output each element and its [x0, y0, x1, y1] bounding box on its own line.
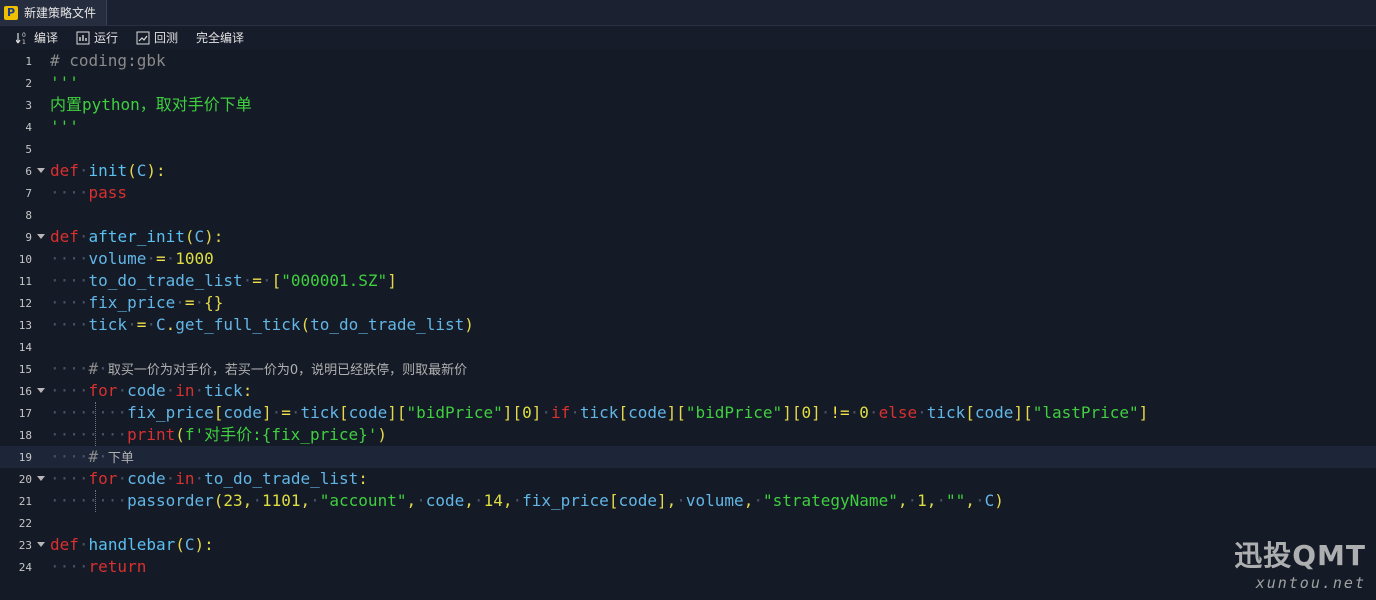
tab-bar: P 新建策略文件 — [0, 0, 1376, 26]
code-line: 7 ····pass — [0, 182, 1376, 204]
code-line: 18 ········print(f'对手价:{fix_price}') — [0, 424, 1376, 446]
backtest-icon — [136, 31, 150, 44]
comment: # coding:gbk — [50, 51, 166, 70]
code-line: 9 def·after_init(C): — [0, 226, 1376, 248]
code-line: 10 ····volume·=·1000 — [0, 248, 1376, 270]
code-line: 1 # coding:gbk — [0, 50, 1376, 72]
line-number: 24 — [18, 561, 32, 574]
svg-text:0: 0 — [22, 32, 26, 39]
line-number: 8 — [25, 209, 32, 222]
code-line: 11 ····to_do_trade_list·=·["000001.SZ"] — [0, 270, 1376, 292]
line-number: 3 — [25, 99, 32, 112]
tab-label: 新建策略文件 — [24, 6, 97, 20]
code-line: 12 ····fix_price·=·{} — [0, 292, 1376, 314]
fold-toggle-icon[interactable] — [37, 168, 45, 173]
fold-toggle-icon[interactable] — [37, 234, 45, 239]
run-button[interactable]: 运行 — [76, 29, 118, 46]
line-number: 13 — [18, 319, 32, 332]
line-number: 16 — [18, 385, 32, 398]
code-line: 15 ····#·取买一价为对手价，若买一价为0，说明已经跌停，则取最新价 — [0, 358, 1376, 380]
full-compile-button[interactable]: 完全编译 — [196, 29, 244, 46]
backtest-button[interactable]: 回测 — [136, 29, 178, 46]
code-line: 22 — [0, 512, 1376, 534]
code-line: 14 — [0, 336, 1376, 358]
code-line: 13 ····tick·=·C.get_full_tick(to_do_trad… — [0, 314, 1376, 336]
svg-text:1: 1 — [22, 39, 26, 45]
line-number: 15 — [18, 363, 32, 376]
docstring-quote: ''' — [50, 73, 79, 92]
fold-toggle-icon[interactable] — [37, 388, 45, 393]
line-number: 11 — [18, 275, 32, 288]
line-number: 10 — [18, 253, 32, 266]
fold-toggle-icon[interactable] — [37, 542, 45, 547]
code-line: 21 ········passorder(23,·1101,·"account"… — [0, 490, 1376, 512]
docstring-text: 内置python，取对手价下单 — [50, 95, 252, 114]
code-line: 3 内置python，取对手价下单 — [0, 94, 1376, 116]
line-number: 14 — [18, 341, 32, 354]
code-editor[interactable]: 1 # coding:gbk 2 ''' 3 内置python，取对手价下单 4… — [0, 50, 1376, 600]
docstring-quote: ''' — [50, 117, 79, 136]
line-number: 7 — [25, 187, 32, 200]
line-number: 5 — [25, 143, 32, 156]
code-line: 8 — [0, 204, 1376, 226]
code-line: 17 ········fix_price[code]·=·tick[code][… — [0, 402, 1376, 424]
watermark-url: xuntou.net — [1255, 574, 1366, 592]
code-line: 2 ''' — [0, 72, 1376, 94]
watermark: 迅投QMT xuntou.net — [1234, 534, 1366, 592]
code-line: 16 ····for·code·in·tick: — [0, 380, 1376, 402]
full-compile-label: 完全编译 — [196, 31, 245, 45]
line-number: 17 — [18, 407, 32, 420]
line-number: 23 — [18, 539, 32, 552]
watermark-title: 迅投QMT — [1234, 539, 1366, 572]
code-line: 23 def·handlebar(C): — [0, 534, 1376, 556]
code-line: 5 — [0, 138, 1376, 160]
tab-new-strategy-file[interactable]: P 新建策略文件 — [0, 0, 107, 25]
code-line: 24 ····return — [0, 556, 1376, 578]
fold-toggle-icon[interactable] — [37, 476, 45, 481]
line-number: 18 — [18, 429, 32, 442]
compile-label: 编译 — [34, 31, 59, 45]
code-line: 20 ····for·code·in·to_do_trade_list: — [0, 468, 1376, 490]
line-number: 4 — [25, 121, 32, 134]
code-line: 6 def·init(C): — [0, 160, 1376, 182]
run-icon — [76, 31, 90, 44]
compile-icon: 01 — [16, 32, 26, 45]
line-number: 2 — [25, 77, 32, 90]
line-number: 19 — [18, 451, 32, 464]
python-file-icon: P — [4, 5, 18, 20]
line-number: 20 — [18, 473, 32, 486]
toolbar: 01 编译 运行 回测 完全编译 — [0, 26, 1376, 49]
line-number: 6 — [25, 165, 32, 178]
backtest-label: 回测 — [154, 31, 179, 45]
line-number: 21 — [18, 495, 32, 508]
compile-button[interactable]: 01 编译 — [16, 29, 58, 46]
line-number: 12 — [18, 297, 32, 310]
line-number: 9 — [25, 231, 32, 244]
line-number: 22 — [18, 517, 32, 530]
code-lines: 1 # coding:gbk 2 ''' 3 内置python，取对手价下单 4… — [0, 50, 1376, 578]
run-label: 运行 — [94, 31, 119, 45]
code-line: 4 ''' — [0, 116, 1376, 138]
line-number: 1 — [25, 55, 32, 68]
code-line-current: 19 ····#·下单 — [0, 446, 1376, 468]
